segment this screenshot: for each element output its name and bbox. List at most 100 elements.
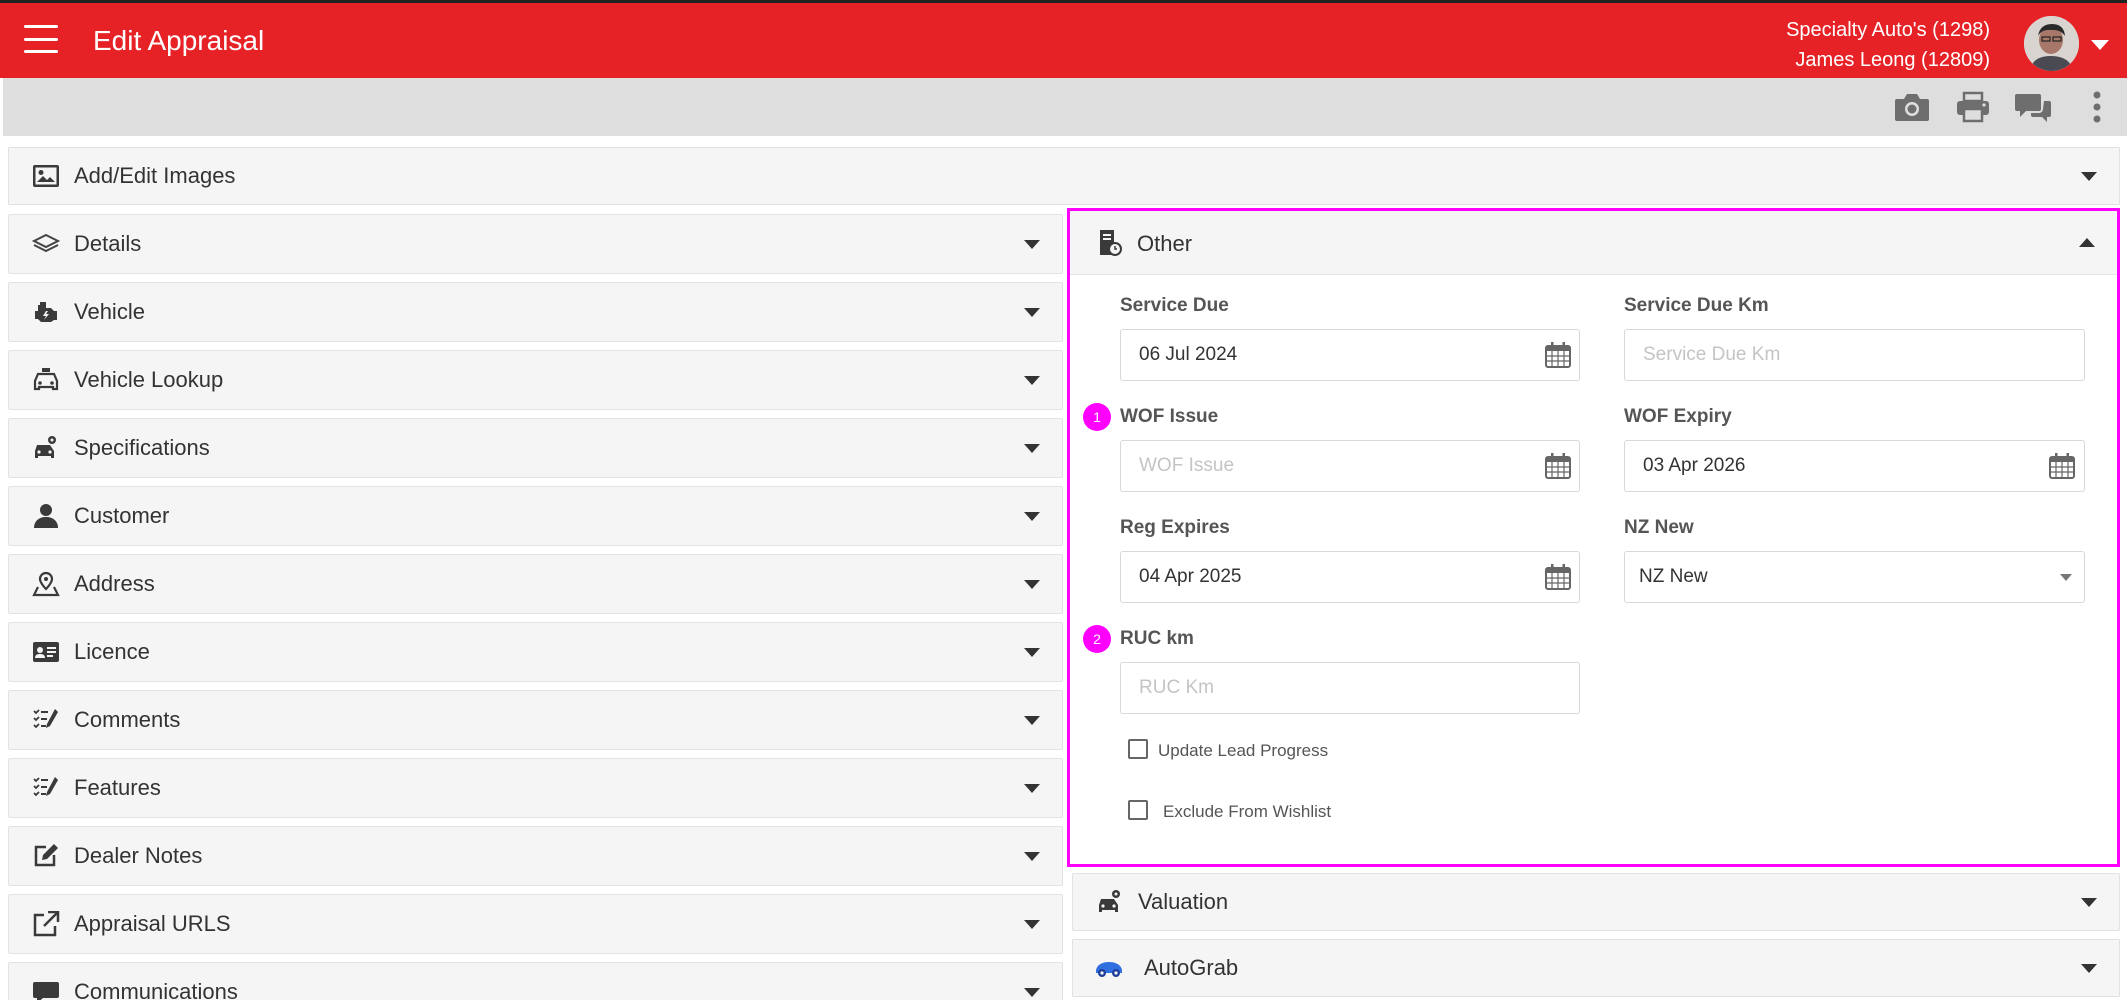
user-icon <box>31 502 61 530</box>
panel-autograb[interactable]: AutoGrab <box>1072 939 2120 997</box>
calendar-icon[interactable] <box>1544 563 1572 591</box>
page-title: Edit Appraisal <box>93 25 265 56</box>
calendar-icon[interactable] <box>2048 452 2076 480</box>
calendar-icon[interactable] <box>1544 452 1572 480</box>
panel-label: Add/Edit Images <box>74 163 236 188</box>
id-card-icon <box>31 638 61 666</box>
edit-square-icon <box>31 842 61 870</box>
map-pin-icon <box>31 570 61 598</box>
nz-new-label: NZ New <box>1624 517 1694 538</box>
chevron-down-icon <box>1024 444 1040 453</box>
print-icon[interactable] <box>1953 88 1993 126</box>
chevron-down-icon <box>2060 574 2072 581</box>
panel-label: Other <box>1137 231 1193 256</box>
exclude-from-wishlist-label: Exclude From Wishlist <box>1163 802 1332 821</box>
user-menu-caret-icon[interactable] <box>2091 40 2109 50</box>
chevron-down-icon <box>1024 648 1040 657</box>
user-info[interactable]: Specialty Auto's (1298) James Leong (128… <box>1786 15 1990 75</box>
chevron-down-icon <box>1024 580 1040 589</box>
external-link-icon <box>31 910 61 938</box>
panel-dealer-notes[interactable]: Dealer Notes <box>8 826 1063 886</box>
dealer-name: Specialty Auto's (1298) <box>1786 19 1990 41</box>
chat-icon <box>31 978 61 1000</box>
service-due-input[interactable] <box>1120 329 1580 381</box>
panel-communications[interactable]: Communications <box>8 962 1063 1000</box>
chevron-down-icon <box>1024 920 1040 929</box>
app-header: Edit Appraisal Specialty Auto's (1298) J… <box>0 0 2127 78</box>
image-icon <box>31 162 61 190</box>
more-vertical-icon[interactable] <box>2082 88 2112 126</box>
update-lead-progress-checkbox[interactable] <box>1128 739 1148 759</box>
panel-other: Other Service Due Service Due Km 1 WOF I… <box>1067 208 2120 867</box>
reg-expires-input[interactable] <box>1120 551 1580 603</box>
service-due-km-input[interactable] <box>1624 329 2085 381</box>
chevron-down-icon <box>1024 376 1040 385</box>
wof-expiry-label: WOF Expiry <box>1624 406 1732 427</box>
panel-features[interactable]: Features <box>8 758 1063 818</box>
exclude-from-wishlist-checkbox[interactable] <box>1128 800 1148 820</box>
panel-appraisal-urls[interactable]: Appraisal URLS <box>8 894 1063 954</box>
panel-label: Valuation <box>1138 889 1229 914</box>
panel-label: Address <box>74 571 155 596</box>
chevron-down-icon <box>1024 240 1040 249</box>
panel-details[interactable]: Details <box>8 214 1063 274</box>
panel-specifications[interactable]: Specifications <box>8 418 1063 478</box>
step-badge: 1 <box>1083 403 1111 431</box>
reg-expires-label: Reg Expires <box>1120 517 1230 538</box>
car-cog-icon <box>31 434 61 462</box>
panel-licence[interactable]: Licence <box>8 622 1063 682</box>
panel-comments[interactable]: Comments <box>8 690 1063 750</box>
chevron-up-icon <box>2079 237 2095 247</box>
panel-label: Vehicle Lookup <box>74 367 224 392</box>
update-lead-progress-label: Update Lead Progress <box>1158 741 1329 760</box>
user-name: James Leong (12809) <box>1795 49 1990 71</box>
panel-vehicle-lookup[interactable]: Vehicle Lookup <box>8 350 1063 410</box>
panel-label: Dealer Notes <box>74 843 203 868</box>
avatar[interactable] <box>2024 16 2079 71</box>
nz-new-selected: NZ New <box>1639 566 1708 587</box>
autograb-logo-icon <box>1093 954 1125 982</box>
car-cog-icon <box>1095 888 1125 916</box>
panel-valuation[interactable]: Valuation <box>1072 873 2120 931</box>
panel-vehicle[interactable]: Vehicle <box>8 282 1063 342</box>
chevron-down-icon <box>1024 716 1040 725</box>
taxi-icon <box>31 366 61 394</box>
ruc-km-label: RUC km <box>1120 628 1194 649</box>
chevron-down-icon <box>1024 784 1040 793</box>
chevron-down-icon <box>1024 512 1040 521</box>
panel-label: Specifications <box>74 435 210 460</box>
panel-customer[interactable]: Customer <box>8 486 1063 546</box>
calendar-icon[interactable] <box>1544 341 1572 369</box>
engine-icon <box>31 298 61 326</box>
chevron-down-icon <box>2081 172 2097 181</box>
panel-label: Vehicle <box>74 299 145 324</box>
nz-new-select[interactable]: NZ New <box>1624 551 2085 603</box>
checklist-pen-icon <box>31 774 61 802</box>
panel-label: Communications <box>74 979 238 1000</box>
wof-expiry-input[interactable] <box>1624 440 2085 492</box>
chevron-down-icon <box>1024 308 1040 317</box>
panel-add-edit-images[interactable]: Add/Edit Images <box>8 147 2120 205</box>
layers-icon <box>31 230 61 258</box>
step-badge: 2 <box>1083 625 1111 653</box>
wof-issue-input[interactable] <box>1120 440 1580 492</box>
panel-address[interactable]: Address <box>8 554 1063 614</box>
chevron-down-icon <box>1024 852 1040 861</box>
camera-icon[interactable] <box>1892 88 1932 126</box>
chevron-down-icon <box>2081 964 2097 973</box>
chevron-down-icon <box>1024 988 1040 997</box>
panel-label: Comments <box>74 707 181 732</box>
panel-label: Licence <box>74 639 150 664</box>
ruc-km-input[interactable] <box>1120 662 1580 714</box>
checklist-pen-icon <box>31 706 61 734</box>
chevron-down-icon <box>2081 898 2097 907</box>
service-due-label: Service Due <box>1120 295 1229 316</box>
service-due-km-label: Service Due Km <box>1624 295 1769 316</box>
panel-other-header[interactable]: Other <box>1070 211 2117 275</box>
wof-issue-label: WOF Issue <box>1120 406 1219 427</box>
chat-icon[interactable] <box>2013 88 2053 126</box>
panel-label: Customer <box>74 503 170 528</box>
menu-icon[interactable] <box>24 25 58 53</box>
panel-label: AutoGrab <box>1144 955 1239 980</box>
panel-label: Features <box>74 775 161 800</box>
